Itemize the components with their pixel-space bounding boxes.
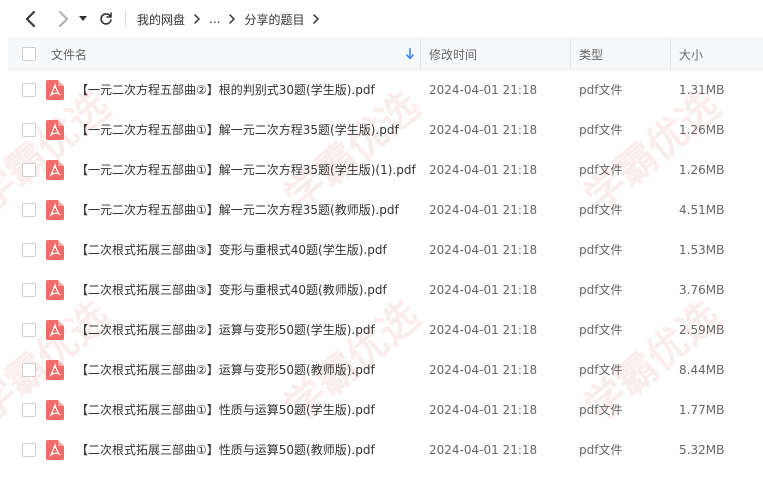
refresh-button[interactable] [95, 8, 117, 30]
file-modified-time: 2024-04-01 21:18 [429, 123, 538, 137]
file-row[interactable]: 【一元二次方程五部曲②】根的判别式30题(学生版).pdf 2024-04-01… [8, 70, 763, 110]
row-checkbox[interactable] [22, 83, 36, 97]
breadcrumb-root[interactable]: 我的网盘 [137, 11, 185, 28]
file-modified-time: 2024-04-01 21:18 [429, 323, 538, 337]
file-name[interactable]: 【二次根式拓展三部曲②】运算与变形50题(教师版).pdf [76, 350, 375, 390]
file-type: pdf文件 [579, 163, 623, 177]
file-name[interactable]: 【一元二次方程五部曲①】解一元二次方程35题(学生版)(1).pdf [76, 150, 416, 190]
column-divider[interactable] [570, 39, 571, 69]
pdf-file-icon [46, 400, 64, 420]
file-size: 2.59MB [679, 323, 725, 337]
breadcrumb-ellipsis[interactable]: ... [209, 12, 220, 26]
back-button[interactable] [20, 8, 42, 30]
breadcrumb-current[interactable]: 分享的题目 [244, 11, 304, 28]
file-name[interactable]: 【一元二次方程五部曲①】解一元二次方程35题(教师版).pdf [76, 190, 399, 230]
file-name[interactable]: 【一元二次方程五部曲②】根的判别式30题(学生版).pdf [76, 70, 375, 110]
file-row[interactable]: 【一元二次方程五部曲①】解一元二次方程35题(教师版).pdf 2024-04-… [8, 190, 763, 230]
toolbar-divider [125, 11, 126, 27]
file-modified-time: 2024-04-01 21:18 [429, 363, 538, 377]
file-modified-time: 2024-04-01 21:18 [429, 443, 538, 457]
row-checkbox[interactable] [22, 203, 36, 217]
file-size: 1.77MB [679, 403, 725, 417]
breadcrumb: 我的网盘 ... 分享的题目 [137, 9, 328, 29]
file-type: pdf文件 [579, 443, 623, 457]
file-name[interactable]: 【二次根式拓展三部曲②】运算与变形50题(学生版).pdf [76, 310, 375, 350]
file-size: 1.53MB [679, 243, 725, 257]
forward-button[interactable] [52, 8, 74, 30]
file-type: pdf文件 [579, 203, 623, 217]
pdf-file-icon [46, 120, 64, 140]
file-row[interactable]: 【二次根式拓展三部曲①】性质与运算50题(教师版).pdf 2024-04-01… [8, 430, 763, 470]
caret-down-icon [79, 16, 87, 21]
file-name[interactable]: 【二次根式拓展三部曲③】变形与重根式40题(教师版).pdf [76, 270, 387, 310]
file-row[interactable]: 【二次根式拓展三部曲②】运算与变形50题(学生版).pdf 2024-04-01… [8, 310, 763, 350]
row-checkbox[interactable] [22, 443, 36, 457]
file-type: pdf文件 [579, 243, 623, 257]
row-checkbox[interactable] [22, 283, 36, 297]
file-size: 8.44MB [679, 363, 725, 377]
chevron-right-icon [59, 11, 68, 27]
chevron-right-icon [224, 11, 240, 27]
row-checkbox[interactable] [22, 123, 36, 137]
file-modified-time: 2024-04-01 21:18 [429, 243, 538, 257]
file-type: pdf文件 [579, 123, 623, 137]
file-type: pdf文件 [579, 363, 623, 377]
file-name[interactable]: 【二次根式拓展三部曲③】变形与重根式40题(学生版).pdf [76, 230, 387, 270]
refresh-icon [100, 12, 112, 25]
file-modified-time: 2024-04-01 21:18 [429, 283, 538, 297]
file-modified-time: 2024-04-01 21:18 [429, 83, 538, 97]
row-checkbox[interactable] [22, 363, 36, 377]
select-all-checkbox[interactable] [22, 47, 36, 61]
file-name[interactable]: 【一元二次方程五部曲①】解一元二次方程35题(学生版).pdf [76, 110, 399, 150]
file-type: pdf文件 [579, 323, 623, 337]
file-size: 1.31MB [679, 83, 725, 97]
file-size: 1.26MB [679, 123, 725, 137]
row-checkbox[interactable] [22, 323, 36, 337]
pdf-file-icon [46, 280, 64, 300]
row-checkbox[interactable] [22, 403, 36, 417]
file-size: 5.32MB [679, 443, 725, 457]
sort-down-icon[interactable] [404, 47, 416, 61]
file-name[interactable]: 【二次根式拓展三部曲①】性质与运算50题(学生版).pdf [76, 390, 375, 430]
file-type: pdf文件 [579, 403, 623, 417]
file-size: 3.76MB [679, 283, 725, 297]
file-row[interactable]: 【二次根式拓展三部曲③】变形与重根式40题(学生版).pdf 2024-04-0… [8, 230, 763, 270]
chevron-right-icon [189, 11, 205, 27]
file-modified-time: 2024-04-01 21:18 [429, 203, 538, 217]
chevron-left-icon [26, 11, 35, 27]
file-row[interactable]: 【一元二次方程五部曲①】解一元二次方程35题(学生版)(1).pdf 2024-… [8, 150, 763, 190]
column-divider[interactable] [420, 39, 421, 69]
file-row[interactable]: 【二次根式拓展三部曲②】运算与变形50题(教师版).pdf 2024-04-01… [8, 350, 763, 390]
file-row[interactable]: 【二次根式拓展三部曲③】变形与重根式40题(教师版).pdf 2024-04-0… [8, 270, 763, 310]
file-name[interactable]: 【二次根式拓展三部曲①】性质与运算50题(教师版).pdf [76, 430, 375, 470]
column-header-size[interactable]: 大小 [679, 39, 703, 69]
history-dropdown-button[interactable] [76, 8, 90, 30]
pdf-file-icon [46, 360, 64, 380]
file-list-header: 文件名 修改时间 类型 大小 [8, 38, 763, 70]
pdf-file-icon [46, 160, 64, 180]
row-checkbox[interactable] [22, 163, 36, 177]
file-modified-time: 2024-04-01 21:18 [429, 403, 538, 417]
column-divider[interactable] [670, 39, 671, 69]
pdf-file-icon [46, 80, 64, 100]
pdf-file-icon [46, 240, 64, 260]
file-size: 1.26MB [679, 163, 725, 177]
toolbar: 我的网盘 ... 分享的题目 [0, 0, 763, 38]
file-row[interactable]: 【二次根式拓展三部曲①】性质与运算50题(学生版).pdf 2024-04-01… [8, 390, 763, 430]
file-size: 4.51MB [679, 203, 725, 217]
pdf-file-icon [46, 440, 64, 460]
file-type: pdf文件 [579, 83, 623, 97]
column-header-name[interactable]: 文件名 [51, 39, 87, 69]
pdf-file-icon [46, 200, 64, 220]
column-header-type[interactable]: 类型 [579, 39, 603, 69]
file-modified-time: 2024-04-01 21:18 [429, 163, 538, 177]
file-row[interactable]: 【一元二次方程五部曲①】解一元二次方程35题(学生版).pdf 2024-04-… [8, 110, 763, 150]
column-header-time[interactable]: 修改时间 [429, 39, 477, 69]
chevron-right-icon [308, 11, 324, 27]
row-checkbox[interactable] [22, 243, 36, 257]
file-type: pdf文件 [579, 283, 623, 297]
pdf-file-icon [46, 320, 64, 340]
